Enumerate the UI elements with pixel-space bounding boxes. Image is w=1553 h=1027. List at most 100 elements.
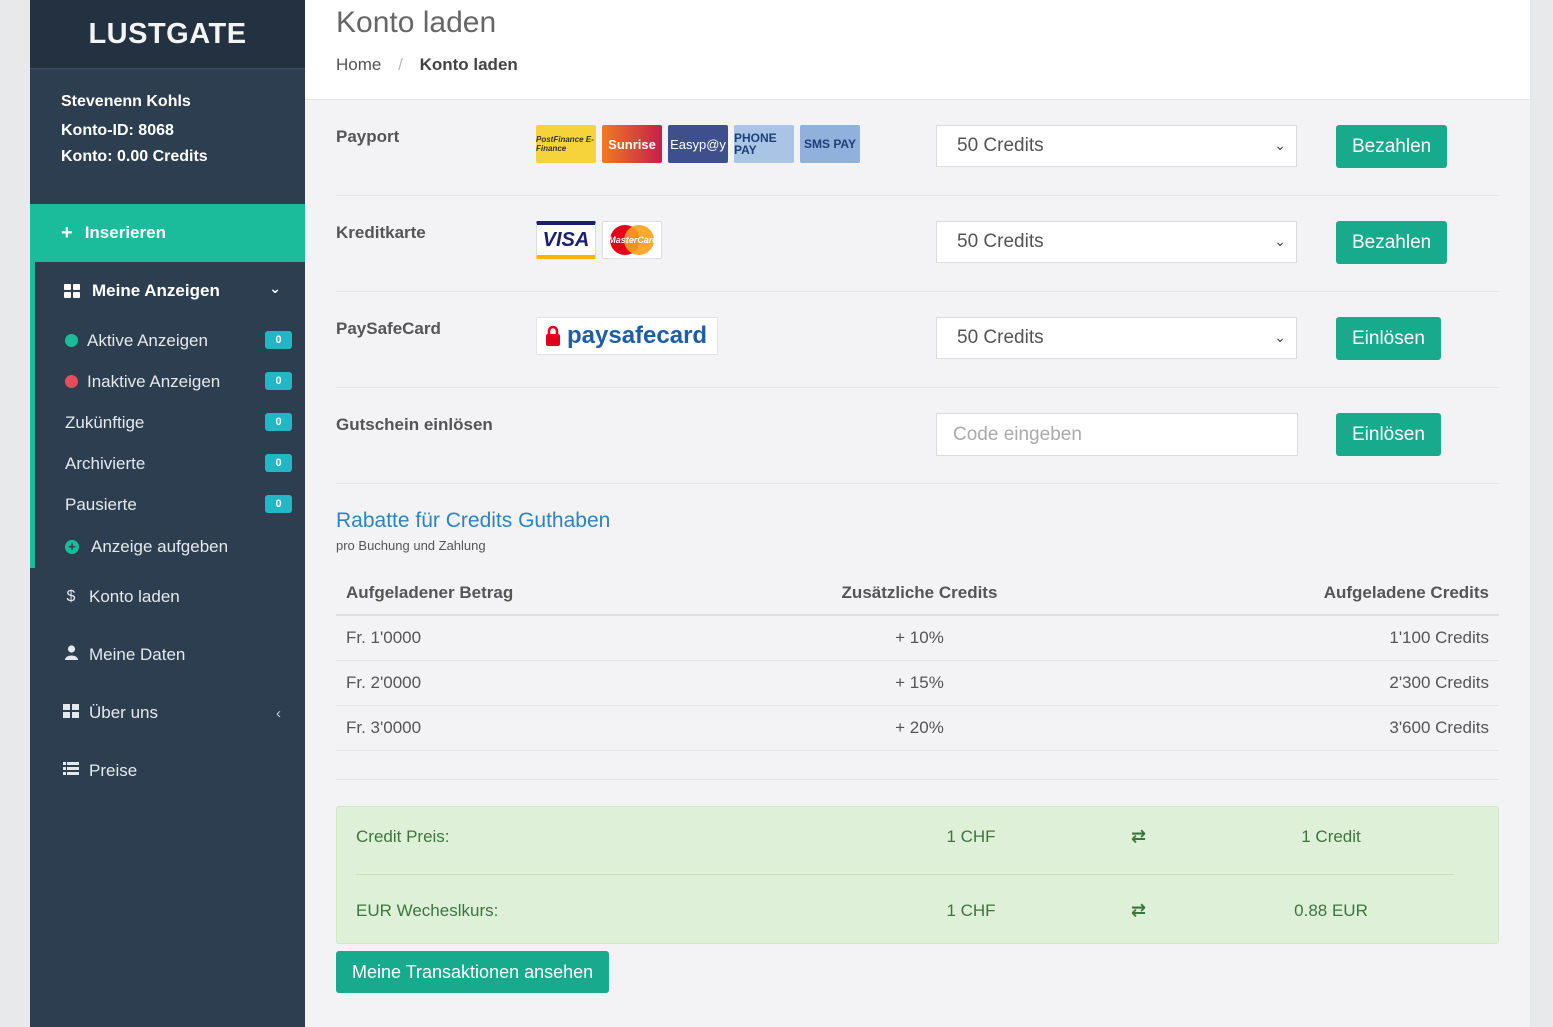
breadcrumb-home[interactable]: Home [336, 55, 381, 74]
rate-row-eur: EUR Wecheslkurs: 1 CHF ⇄ 0.88 EUR [356, 900, 1454, 931]
column-header: Zusätzliche Credits [733, 570, 1106, 616]
breadcrumb-separator: / [398, 55, 403, 74]
chevron-down-icon: ⌄ [1274, 329, 1286, 345]
column-header: Aufgeladener Betrag [336, 570, 733, 616]
sidebar-item-my-ads[interactable]: Meine Anzeigen ⌄ [35, 262, 305, 320]
breadcrumb-current: Konto laden [419, 55, 518, 74]
sidebar-item-prices[interactable]: Preise [30, 742, 305, 800]
count-badge: 0 [265, 413, 292, 431]
count-badge: 0 [265, 495, 292, 513]
payment-logos: paysafecard [536, 317, 718, 355]
payment-row-payport: Payport PostFinance E-Finance Sunrise Ea… [336, 100, 1499, 196]
sidebar-item-konto-laden[interactable]: $ Konto laden [30, 568, 305, 626]
table-cell: + 20% [733, 705, 1106, 751]
credits-select-value: 50 Credits [957, 327, 1044, 348]
rate-row-credit-price: Credit Preis: 1 CHF ⇄ 1 Credit [356, 826, 1454, 857]
sidebar-item-label: Pausierte [65, 494, 137, 514]
plus-icon: + [61, 221, 73, 244]
logo-text: PostFinance E-Finance [536, 135, 594, 153]
dollar-icon: $ [66, 588, 76, 605]
discount-section: Rabatte für Credits Guthaben pro Buchung… [336, 509, 1499, 780]
table-cell: Fr. 2'0000 [336, 660, 733, 706]
sidebar-item-label: Preise [89, 761, 138, 780]
table-row: Fr. 3'0000 + 20% 3'600 Credits [336, 705, 1499, 751]
pay-button[interactable]: Bezahlen [1336, 221, 1448, 264]
credits-select[interactable]: 50 Credits ⌄ [936, 317, 1297, 359]
rate-to: 1 Credit [1301, 827, 1361, 846]
credits-select[interactable]: 50 Credits ⌄ [936, 125, 1297, 167]
table-cell: 3'600 Credits [1105, 705, 1499, 751]
payment-logos: VISA MasterCard [536, 221, 662, 259]
voucher-code-input[interactable] [936, 413, 1298, 456]
redeem-button[interactable]: Einlösen [1336, 317, 1441, 360]
table-cell: 1'100 Credits [1105, 615, 1499, 661]
credits-select-value: 50 Credits [957, 135, 1044, 156]
sidebar-item-label: Inserieren [84, 223, 166, 242]
column-header: Aufgeladene Credits [1105, 570, 1499, 616]
chevron-left-icon: ‹ [276, 704, 281, 722]
sidebar-item-about[interactable]: Über uns ‹ [30, 684, 305, 742]
payment-logos: PostFinance E-Finance Sunrise Easyp@y PH… [536, 125, 860, 163]
sidebar-item-insert[interactable]: + Inserieren [30, 204, 305, 262]
discount-table: Aufgeladener Betrag Zusätzliche Credits … [336, 570, 1499, 751]
table-header-row: Aufgeladener Betrag Zusätzliche Credits … [336, 570, 1499, 616]
grid-icon [64, 284, 80, 298]
page-header: Konto laden Home / Konto laden [305, 0, 1530, 100]
page-title: Konto laden [336, 6, 497, 39]
sidebar-item-label: Meine Anzeigen [92, 281, 220, 300]
sidebar-item-my-data[interactable]: Meine Daten [30, 626, 305, 684]
sms-pay-logo: SMS PAY [800, 125, 860, 163]
grid-icon [61, 703, 81, 723]
visa-logo: VISA [536, 221, 596, 259]
rate-from: 1 CHF [946, 901, 996, 920]
sidebar-item-paused-ads[interactable]: Pausierte 0 [35, 484, 305, 525]
divider [356, 874, 1454, 875]
sidebar-item-create-ad[interactable]: + Anzeige aufgeben [35, 525, 305, 568]
page-background-right [1531, 0, 1553, 1027]
sidebar-item-future-ads[interactable]: Zukünftige 0 [35, 402, 305, 443]
sidebar-item-archived-ads[interactable]: Archivierte 0 [35, 443, 305, 484]
chevron-down-icon: ⌄ [1274, 233, 1286, 249]
user-info: Stevenenn Kohls Konto-ID: 8068 Konto: 0.… [30, 69, 305, 204]
discount-subtitle: pro Buchung und Zahlung [336, 538, 486, 553]
account-balance: Konto: 0.00 Credits [61, 148, 208, 165]
sidebar-item-label: Meine Daten [89, 645, 186, 664]
payment-row-creditcard: Kreditkarte VISA MasterCard 50 Credits ⌄… [336, 196, 1499, 292]
count-badge: 0 [265, 331, 292, 349]
sidebar-item-label: Inaktive Anzeigen [87, 371, 221, 391]
payment-label: PaySafeCard [336, 319, 441, 338]
sunrise-logo: Sunrise [602, 125, 662, 163]
brand-logo[interactable]: LUSTGATE [30, 0, 305, 69]
payment-row-paysafecard: PaySafeCard paysafecard 50 Credits ⌄ Ein… [336, 292, 1499, 388]
sidebar-item-inactive-ads[interactable]: Inaktive Anzeigen 0 [35, 361, 305, 402]
main-content: Konto laden Home / Konto laden Payport P… [305, 0, 1530, 1027]
breadcrumb: Home / Konto laden [336, 55, 1530, 75]
sidebar-item-active-ads[interactable]: Aktive Anzeigen 0 [35, 320, 305, 361]
credits-select[interactable]: 50 Credits ⌄ [936, 221, 1297, 263]
user-name: Stevenenn Kohls [61, 93, 191, 110]
easypay-logo: Easyp@y [668, 125, 728, 163]
table-cell: Fr. 3'0000 [336, 705, 733, 751]
view-transactions-button[interactable]: Meine Transaktionen ansehen [336, 951, 610, 993]
table-cell: Fr. 1'0000 [336, 615, 733, 661]
count-badge: 0 [265, 372, 292, 390]
exchange-arrows-icon: ⇄ [1131, 826, 1147, 846]
plus-circle-icon: + [65, 539, 79, 554]
lock-icon [546, 325, 560, 346]
mastercard-logo: MasterCard [602, 221, 662, 259]
payment-label: Payport [336, 127, 400, 146]
redeem-voucher-button[interactable]: Einlösen [1336, 413, 1441, 456]
submenu-my-ads: Meine Anzeigen ⌄ Aktive Anzeigen 0 Inakt… [30, 262, 305, 568]
pay-button[interactable]: Bezahlen [1336, 125, 1448, 168]
table-cell: 2'300 Credits [1105, 660, 1499, 706]
exchange-rate-box: Credit Preis: 1 CHF ⇄ 1 Credit EUR Weche… [336, 806, 1499, 944]
table-row: Fr. 1'0000 + 10% 1'100 Credits [336, 615, 1499, 661]
status-dot-green-icon [65, 334, 78, 347]
table-cell: + 15% [733, 660, 1106, 706]
page-background-left [0, 0, 30, 1027]
account-id: Konto-ID: 8068 [61, 122, 174, 139]
logo-text: paysafecard [567, 322, 708, 349]
rate-label: EUR Wecheslkurs: [356, 901, 499, 920]
chevron-down-icon: ⌄ [1274, 137, 1286, 153]
sidebar-item-label: Anzeige aufgeben [91, 536, 229, 556]
